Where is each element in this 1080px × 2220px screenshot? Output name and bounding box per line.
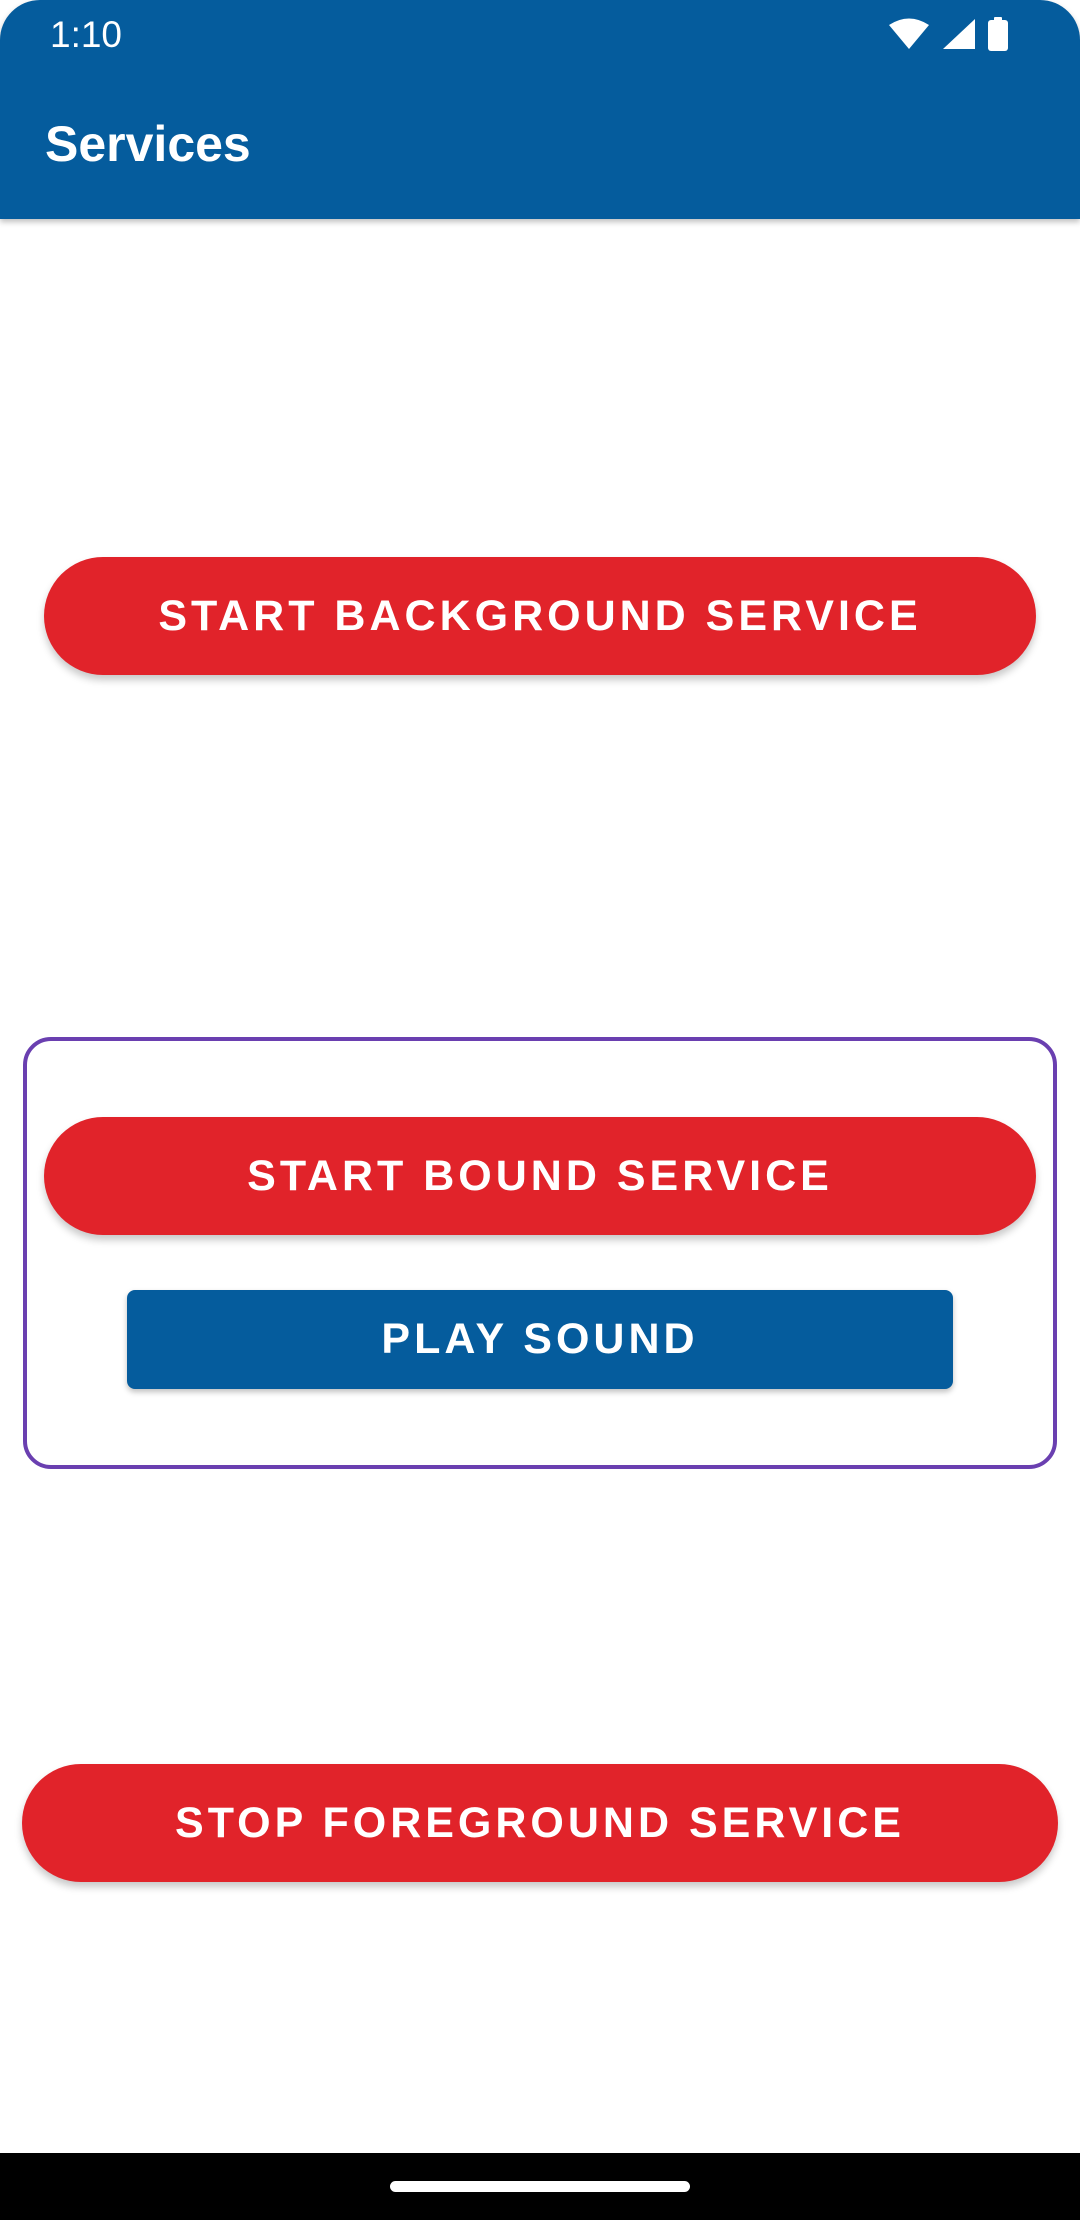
page-title: Services xyxy=(45,116,251,172)
stop-foreground-service-button[interactable]: STOP FOREGROUND SERVICE xyxy=(22,1764,1058,1882)
bound-service-group xyxy=(23,1037,1057,1469)
status-icons xyxy=(888,14,1008,54)
signal-icon xyxy=(942,18,976,50)
status-time: 1:10 xyxy=(50,14,123,55)
start-background-service-button[interactable]: START BACKGROUND SERVICE xyxy=(44,557,1036,675)
navigation-bar xyxy=(0,2153,1080,2220)
wifi-icon xyxy=(888,18,930,50)
app-bar: 1:10 Services xyxy=(0,0,1080,219)
home-indicator[interactable] xyxy=(390,2181,690,2192)
start-bound-service-button[interactable]: START BOUND SERVICE xyxy=(44,1117,1036,1235)
play-sound-button[interactable]: PLAY SOUND xyxy=(127,1290,953,1389)
battery-icon xyxy=(988,17,1008,51)
screen: 1:10 Services START BACKGROUND SERVICE S… xyxy=(0,0,1080,2220)
